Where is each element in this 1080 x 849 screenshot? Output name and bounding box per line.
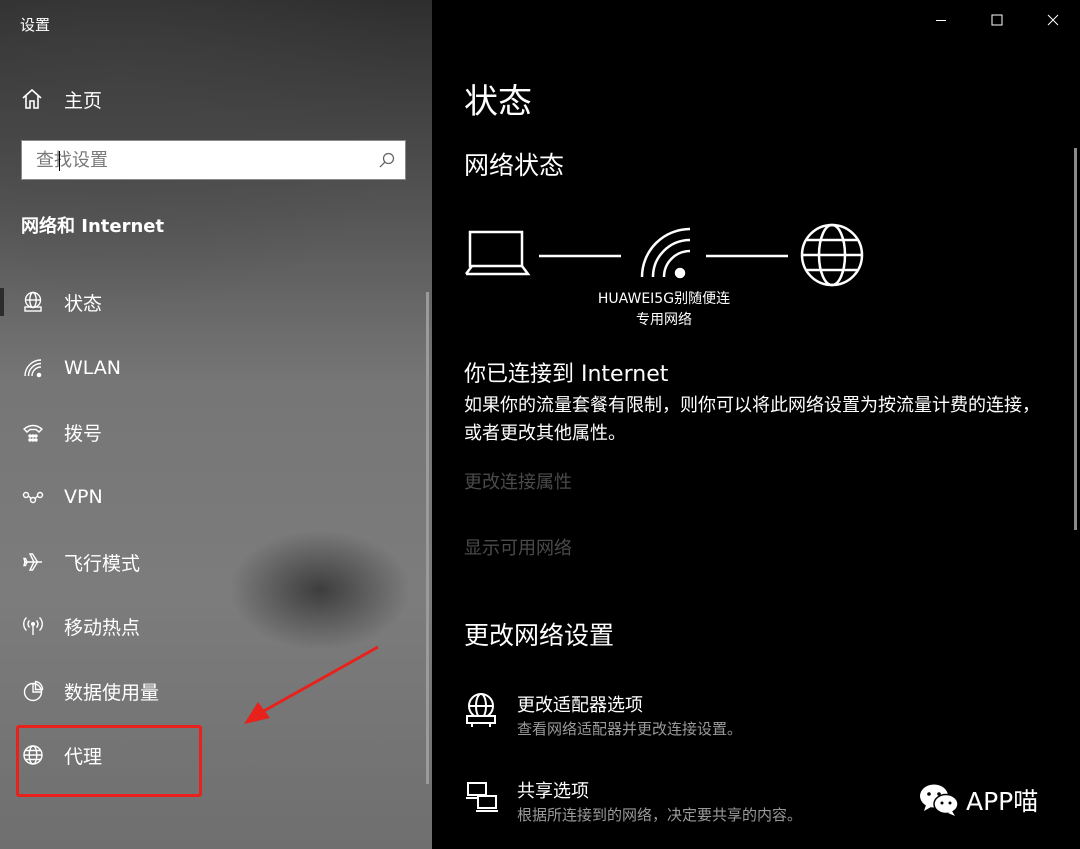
status-globe-icon (21, 290, 45, 314)
sidebar-item-label: 数据使用量 (64, 681, 160, 704)
minimize-icon (936, 20, 946, 21)
sidebar-item-data-usage[interactable]: 数据使用量 (21, 673, 401, 709)
search-input[interactable] (22, 141, 369, 179)
sidebar-item-status[interactable]: 状态 (21, 284, 401, 320)
section-title: 网络和 Internet (21, 216, 165, 237)
sidebar-item-label: WLAN (64, 357, 122, 379)
network-type: 专用网络 (636, 312, 692, 328)
sidebar-item-vpn[interactable]: VPN (21, 479, 401, 515)
adapter-options-item[interactable]: 更改适配器选项 查看网络适配器并更改连接设置。 (464, 693, 743, 740)
wechat-logo-icon (920, 784, 959, 816)
watermark: APP喵 (918, 782, 1038, 818)
home-button[interactable]: 主页 (20, 84, 102, 114)
main-scrollbar[interactable] (1074, 148, 1077, 530)
change-properties-link[interactable]: 更改连接属性 (464, 468, 572, 494)
connected-description: 如果你的流量套餐有限制，则你可以将此网络设置为按流量计费的连接，或者更改其他属性… (464, 395, 1040, 444)
data-usage-icon (21, 679, 45, 703)
network-status-heading: 网络状态 (464, 151, 565, 180)
network-ssid: HUAWEI5G别随便连 (597, 291, 731, 307)
search-box[interactable] (21, 140, 406, 180)
minimize-button[interactable] (918, 6, 964, 34)
main-panel: 状态 网络状态 HUAWEI5G别随便连 专用网络 你已连接到 Internet… (432, 0, 1080, 849)
internet-globe-icon (800, 223, 864, 287)
sidebar-item-dialup[interactable]: 拨号 (21, 414, 401, 450)
sharing-options-item[interactable]: 共享选项 根据所连接到的网络，决定要共享的内容。 (464, 780, 802, 826)
sidebar-item-label: 飞行模式 (64, 552, 141, 575)
sidebar: 设置 主页 网络和 Internet 状态 (0, 0, 432, 849)
connected-title: 你已连接到 Internet (464, 362, 669, 387)
search-icon[interactable] (369, 151, 405, 169)
dialup-icon (21, 420, 45, 444)
close-button[interactable] (1030, 6, 1076, 34)
show-networks-link[interactable]: 显示可用网络 (464, 534, 572, 560)
option-title: 更改适配器选项 (517, 695, 643, 716)
home-icon (22, 88, 42, 109)
window-title: 设置 (20, 16, 51, 34)
close-icon (1047, 14, 1059, 26)
network-name: HUAWEI5G别随便连 专用网络 (582, 289, 746, 331)
change-settings-heading: 更改网络设置 (464, 621, 615, 650)
vpn-icon (21, 485, 45, 509)
sidebar-item-wlan[interactable]: WLAN (21, 350, 401, 386)
sidebar-item-hotspot[interactable]: 移动热点 (21, 608, 401, 644)
sidebar-scrollbar[interactable] (426, 292, 429, 784)
sidebar-item-label: VPN (64, 486, 103, 508)
network-diagram (465, 223, 864, 287)
adapter-icon (466, 693, 496, 727)
sidebar-item-airplane[interactable]: 飞行模式 (21, 544, 401, 580)
home-label: 主页 (64, 89, 103, 112)
sidebar-item-label: 状态 (64, 292, 103, 315)
maximize-button[interactable] (974, 6, 1020, 34)
laptop-icon (465, 230, 531, 276)
page-title: 状态 (464, 82, 532, 122)
active-indicator (0, 288, 4, 316)
airplane-icon (21, 550, 45, 574)
option-description: 查看网络适配器并更改连接设置。 (517, 720, 743, 738)
sidebar-item-label: 拨号 (64, 422, 103, 445)
option-title: 共享选项 (517, 781, 589, 802)
option-description: 根据所连接到的网络，决定要共享的内容。 (517, 806, 803, 824)
sidebar-item-label: 移动热点 (64, 616, 141, 639)
annotation-highlight-box (16, 725, 202, 797)
watermark-text: APP喵 (966, 787, 1039, 816)
sharing-icon (466, 782, 498, 812)
maximize-icon (991, 14, 1003, 26)
text-caret (59, 151, 60, 171)
hotspot-icon (21, 614, 45, 638)
wifi-signal-icon (640, 227, 691, 279)
wifi-icon (21, 356, 45, 380)
